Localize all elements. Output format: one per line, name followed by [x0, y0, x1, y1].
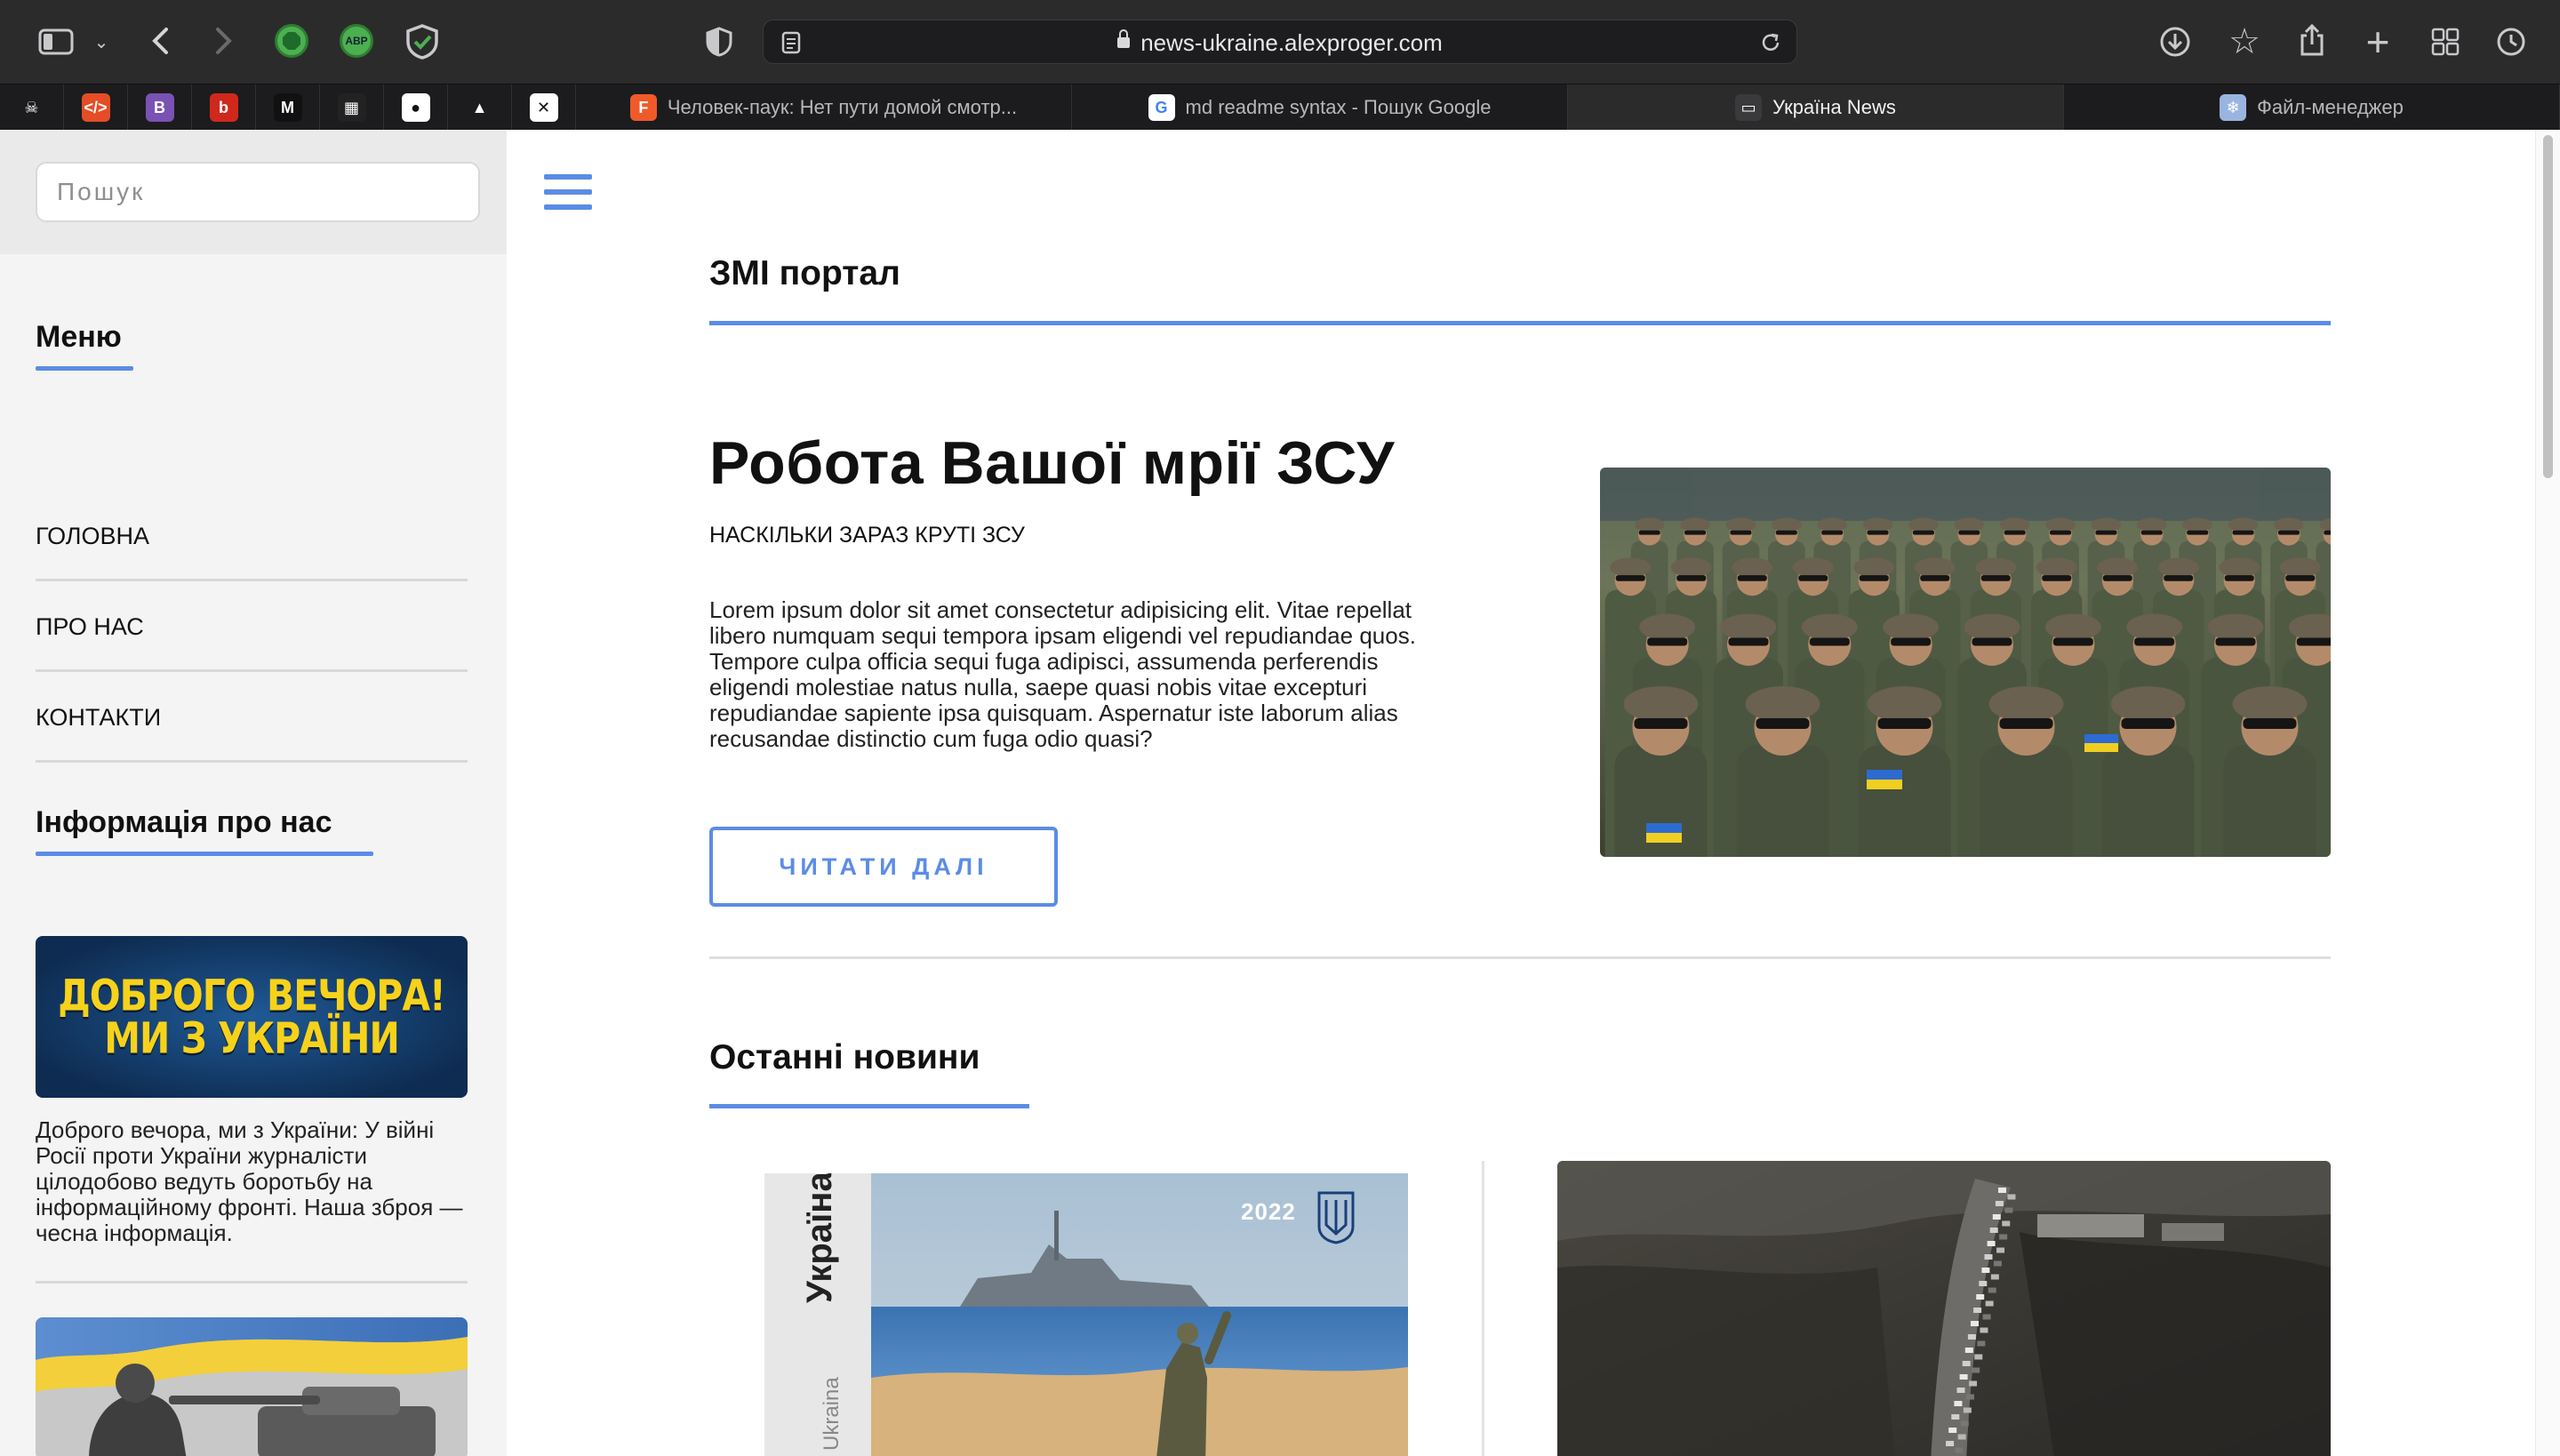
browser-tab[interactable]: F Человек-паук: Нет пути домой смотр...	[576, 84, 1072, 131]
url-value: news-ukraine.alexproger.com	[1140, 29, 1443, 56]
section-divider	[709, 956, 2331, 959]
github-icon: ●	[401, 93, 430, 122]
share-icon[interactable]	[2293, 21, 2331, 59]
new-tab-plus-icon[interactable]: +	[2359, 19, 2396, 65]
google-icon: G	[1148, 94, 1175, 121]
chevron-down-icon[interactable]: ⌄	[89, 27, 114, 57]
adblock-plus-icon[interactable]: ABP	[340, 24, 373, 58]
sidebar-toggle-icon[interactable]	[36, 25, 76, 59]
menu-item-contacts[interactable]: КОНТАКТИ	[36, 672, 468, 763]
browser-tab[interactable]: ❄ Файл-менеджер	[2064, 84, 2560, 131]
adblock-label: ABP	[345, 35, 368, 47]
skull-icon: ☠	[17, 93, 46, 122]
stamp-country: Україна	[800, 1173, 839, 1303]
browser-toolbar: ⌄ ABP news-ukraine.alexproger.com ☆ +	[0, 0, 2560, 84]
tab-bar: ☠ </> Bb M ▦ ● ▲ ✕ F Человек-паук: Нет пути домой…	[0, 84, 2560, 131]
hamburger-menu-icon[interactable]	[544, 174, 594, 213]
search-area	[0, 130, 507, 254]
forward-icon[interactable]	[206, 23, 242, 59]
tank-soldier-image[interactable]	[36, 1317, 468, 1456]
article-title[interactable]: Робота Вашої мрії ЗСУ	[709, 428, 1395, 498]
stamp-year: 2022	[1241, 1198, 1296, 1225]
url-text[interactable]: news-ukraine.alexproger.com	[764, 20, 1796, 65]
pinned-tab[interactable]: ▲	[448, 84, 512, 131]
portal-underline	[709, 321, 2331, 325]
article-subtitle: НАСКІЛЬКИ ЗАРАЗ КРУТІ ЗСУ	[709, 523, 1025, 548]
pinned-tab[interactable]: ▦	[320, 84, 384, 131]
red-app-icon: b	[209, 93, 238, 122]
info-heading: Інформація про нас	[36, 805, 373, 856]
aerial-road-image[interactable]	[1557, 1161, 2331, 1456]
tab-overview-icon[interactable]	[2427, 23, 2464, 60]
latest-news-title: Останні новини	[709, 1038, 980, 1076]
tab-title: md readme syntax - Пошук Google	[1185, 96, 1492, 118]
warship-stamp-image[interactable]: 2022 Україна Ukraina	[764, 1173, 1408, 1456]
banner-line-2: МИ З УКРАЇНИ	[104, 1012, 400, 1064]
menu-heading: Меню	[36, 320, 133, 371]
news-card-aerial[interactable]	[1557, 1161, 2331, 1456]
pinned-tab[interactable]: B	[128, 84, 192, 131]
history-clock-icon[interactable]	[2492, 23, 2530, 60]
bookmark-star-icon[interactable]: ☆	[2226, 22, 2263, 61]
bootstrap-icon: B	[145, 93, 174, 122]
back-icon[interactable]	[142, 23, 178, 59]
tab-title: Человек-паук: Нет пути домой смотр...	[667, 96, 1018, 118]
latest-news-underline	[709, 1104, 1029, 1108]
sidebar: Меню ГОЛОВНА ПРО НАС КОНТАКТИ Інформація…	[0, 130, 507, 1456]
scroll-thumb[interactable]	[2543, 135, 2553, 478]
web-page: Меню ГОЛОВНА ПРО НАС КОНТАКТИ Інформація…	[0, 130, 2560, 1456]
clapper-icon: ▦	[337, 93, 366, 122]
stamp-country-latin: Ukraina	[820, 1377, 844, 1451]
file-manager-icon: ❄	[2220, 94, 2247, 121]
read-more-button[interactable]: ЧИТАТИ ДАЛІ	[709, 827, 1058, 907]
article-body: Lorem ipsum dolor sit amet consectetur a…	[709, 596, 1416, 752]
trident-icon	[1316, 1189, 1356, 1244]
x-square-icon: ✕	[529, 93, 558, 122]
tab-title: Файл-менеджер	[2257, 96, 2404, 118]
pinned-tab[interactable]: M	[256, 84, 320, 131]
good-evening-banner[interactable]: ДОБРОГО ВЕЧОРА! МИ З УКРАЇНИ	[36, 936, 468, 1098]
info-text: Доброго вечора, ми з України: У війні Ро…	[36, 1116, 463, 1246]
f-icon: F	[629, 94, 657, 121]
pinned-tab[interactable]: ●	[384, 84, 448, 131]
shield-check-icon[interactable]	[404, 23, 441, 60]
pinned-tab[interactable]: b	[192, 84, 256, 131]
code-editor-icon: </>	[81, 93, 110, 122]
menu-item-about[interactable]: ПРО НАС	[36, 581, 468, 672]
monitor-icon: ▭	[1735, 94, 1763, 121]
pinned-tab[interactable]: </>	[64, 84, 128, 131]
browser-tab[interactable]: Gmd readme syntax - Пошук Google	[1072, 84, 1568, 131]
soldiers-parade-image[interactable]	[1600, 468, 2331, 857]
mountains-icon: ▲	[465, 93, 494, 122]
download-icon[interactable]	[2156, 23, 2194, 60]
stop-extension-icon[interactable]	[275, 24, 308, 58]
address-bar[interactable]: news-ukraine.alexproger.com	[763, 20, 1797, 64]
lock-icon	[1117, 29, 1131, 49]
privacy-shield-icon[interactable]	[702, 25, 736, 59]
reload-icon[interactable]	[1757, 29, 1784, 56]
portal-title: ЗМІ портал	[709, 254, 900, 292]
pinned-tab[interactable]: ☠	[0, 84, 64, 131]
sidebar-divider	[36, 1281, 468, 1284]
tab-title: Україна News	[1772, 96, 1896, 118]
page-scrollbar[interactable]	[2535, 130, 2560, 1456]
pinned-tab[interactable]: ✕	[512, 84, 576, 131]
news-card-stamp[interactable]: 2022 Україна Ukraina	[709, 1161, 1484, 1456]
browser-tab[interactable]: ▭ Україна News	[1568, 84, 2064, 131]
search-input[interactable]	[36, 162, 480, 222]
menu-item-home[interactable]: ГОЛОВНА	[36, 491, 468, 581]
m-app-icon: M	[273, 93, 302, 122]
